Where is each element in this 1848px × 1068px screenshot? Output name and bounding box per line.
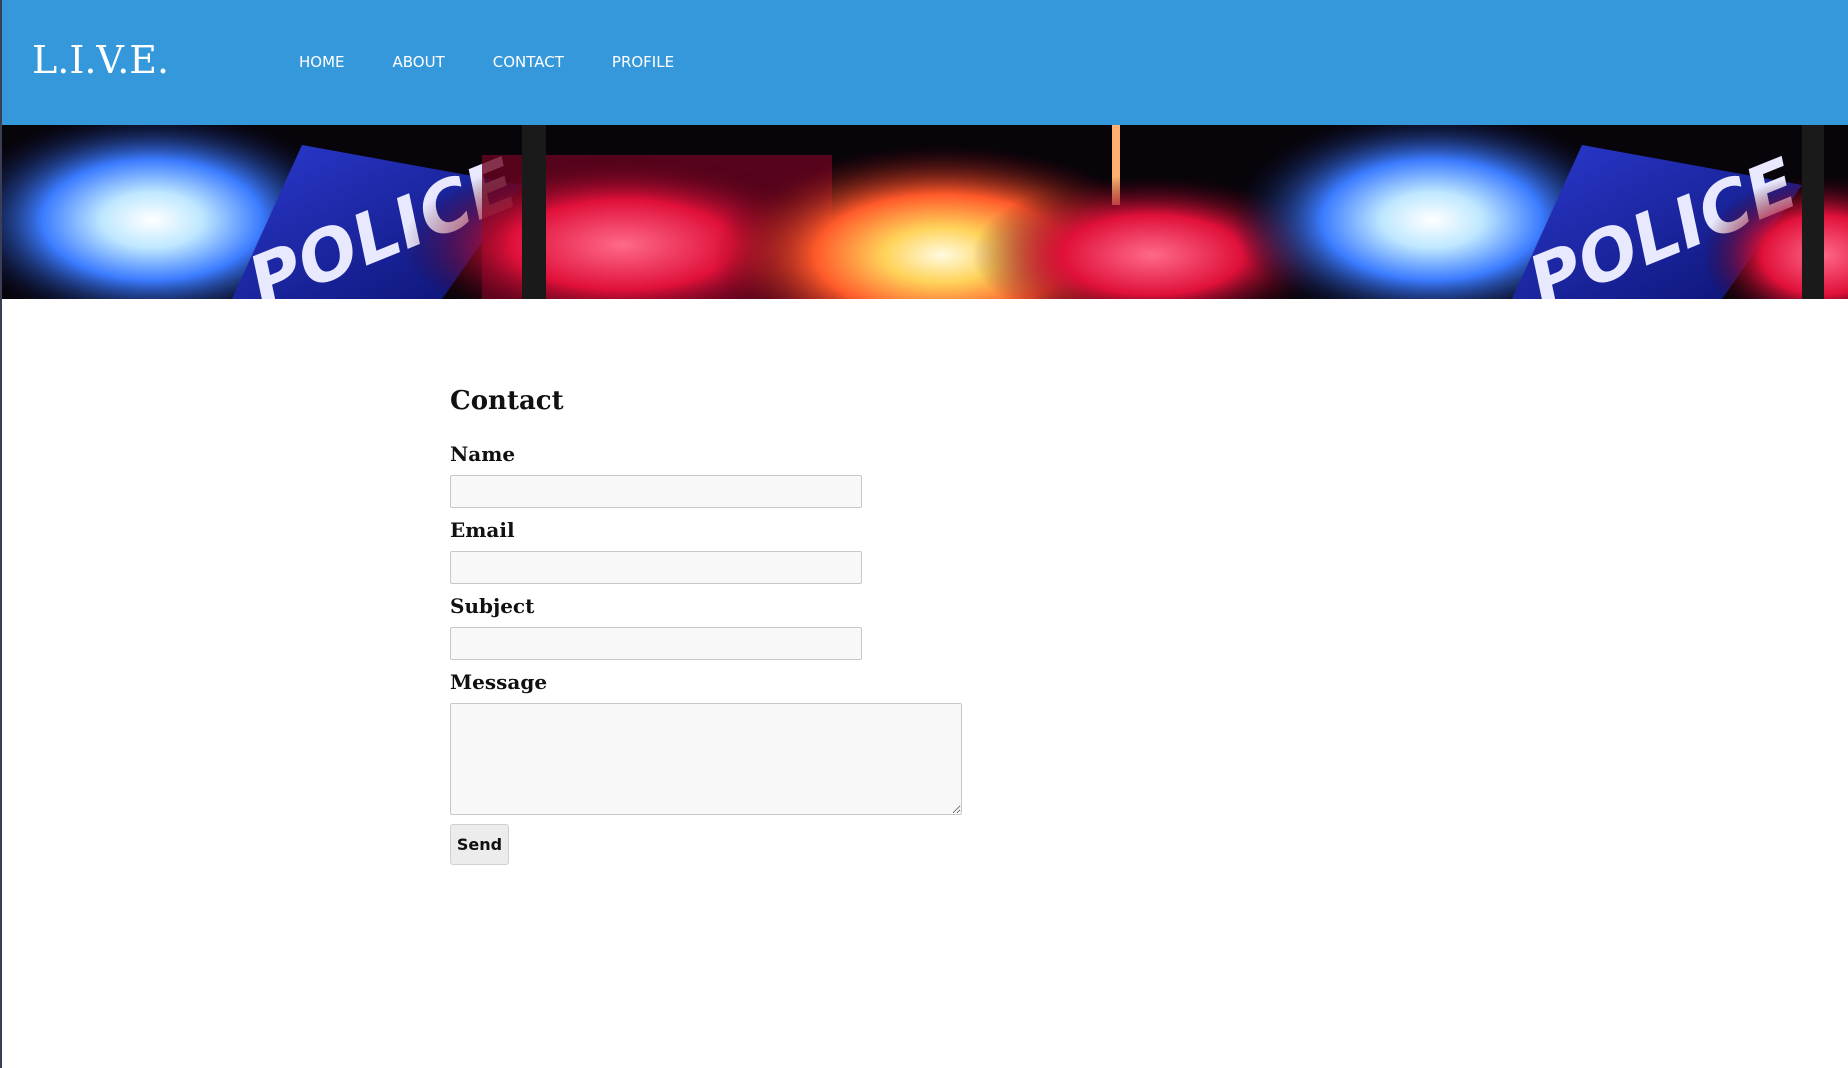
banner-image: POLICE POLICE — [2, 125, 1848, 299]
subject-label: Subject — [450, 594, 535, 618]
main-nav: HOME ABOUT CONTACT PROFILE — [299, 50, 722, 74]
send-button[interactable]: Send — [450, 824, 509, 865]
nav-item-about[interactable]: ABOUT — [393, 50, 445, 74]
nav-item-profile[interactable]: PROFILE — [612, 50, 674, 74]
site-logo[interactable]: L.I.V.E. — [32, 36, 169, 84]
name-field[interactable] — [450, 475, 862, 508]
message-label: Message — [450, 670, 548, 694]
subject-field[interactable] — [450, 627, 862, 660]
page-title: Contact — [450, 386, 564, 416]
email-label: Email — [450, 518, 515, 542]
site-header: L.I.V.E. HOME ABOUT CONTACT PROFILE — [2, 0, 1848, 125]
contact-form: Name Email Subject Message Send — [450, 441, 1050, 865]
police-lights-banner: POLICE POLICE — [2, 125, 1848, 299]
contact-section: Contact Name Email Subject Message Send — [450, 385, 1050, 865]
name-label: Name — [450, 442, 516, 466]
nav-item-contact[interactable]: CONTACT — [493, 50, 564, 74]
page: L.I.V.E. HOME ABOUT CONTACT PROFILE POLI… — [0, 0, 1848, 1068]
email-field[interactable] — [450, 551, 862, 584]
message-field[interactable] — [450, 703, 962, 815]
nav-item-home[interactable]: HOME — [299, 50, 345, 74]
